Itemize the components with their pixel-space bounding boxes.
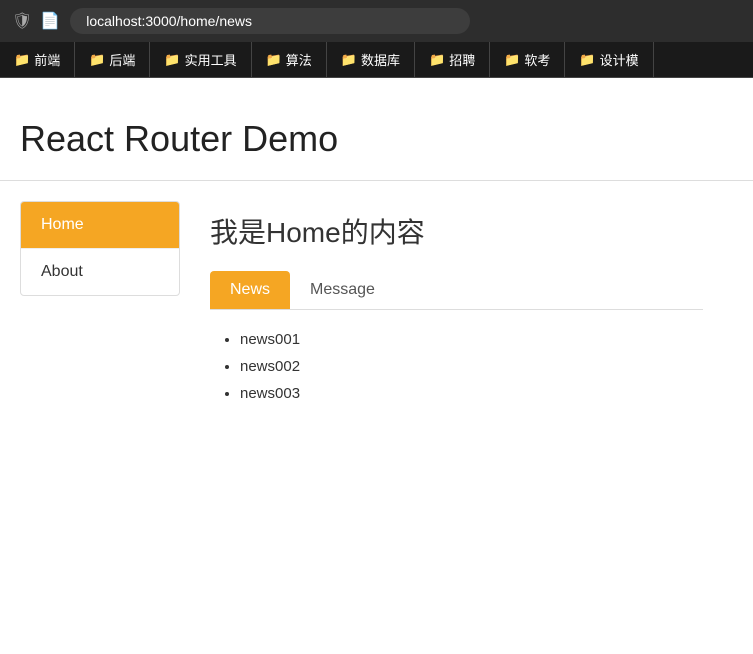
content-area: 我是Home的内容 News Message news001 news002 n… <box>180 201 733 417</box>
sidebar-item-home[interactable]: Home <box>21 202 179 249</box>
bookmark-qianduan[interactable]: 📁 前端 <box>0 42 75 77</box>
folder-icon: 📁 <box>504 52 520 68</box>
folder-icon: 📁 <box>14 52 30 68</box>
bookmark-label: 后端 <box>109 50 135 69</box>
bookmark-label: 实用工具 <box>185 50 237 69</box>
sidebar-item-about[interactable]: About <box>21 249 179 295</box>
bookmark-label: 数据库 <box>361 50 400 69</box>
folder-icon: 📁 <box>429 52 445 68</box>
bookmark-label: 软考 <box>524 50 550 69</box>
bookmark-recruit[interactable]: 📁 招聘 <box>415 42 490 77</box>
folder-icon: 📁 <box>579 52 595 68</box>
list-item: news002 <box>240 353 703 380</box>
bookmark-database[interactable]: 📁 数据库 <box>327 42 415 77</box>
main-layout: Home About 我是Home的内容 News Message news00… <box>0 181 753 437</box>
bookmark-ruankao[interactable]: 📁 软考 <box>490 42 565 77</box>
page-content: React Router Demo Home About 我是Home的内容 N… <box>0 78 753 437</box>
bookmark-label: 前端 <box>34 50 60 69</box>
folder-icon: 📁 <box>164 52 180 68</box>
page-title-area: React Router Demo <box>0 78 753 181</box>
bookmark-tools[interactable]: 📁 实用工具 <box>150 42 251 77</box>
sidebar-nav: Home About <box>20 201 180 296</box>
shield-icon: 🛡 <box>12 11 32 31</box>
list-item: news003 <box>240 380 703 407</box>
bookmarks-bar: 📁 前端 📁 后端 📁 实用工具 📁 算法 📁 数据库 📁 招聘 📁 软考 📁 … <box>0 42 753 78</box>
browser-icons: 🛡 📄 <box>12 11 60 31</box>
bookmark-label: 招聘 <box>449 50 475 69</box>
browser-chrome: 🛡 📄 localhost:3000/home/news <box>0 0 753 42</box>
list-item: news001 <box>240 326 703 353</box>
bookmark-label: 设计模 <box>600 50 639 69</box>
tab-news[interactable]: News <box>210 271 290 309</box>
tab-message[interactable]: Message <box>290 271 395 309</box>
page-title: React Router Demo <box>20 118 733 160</box>
news-list: news001 news002 news003 <box>210 326 703 407</box>
bookmark-design[interactable]: 📁 设计模 <box>565 42 653 77</box>
folder-icon: 📁 <box>89 52 105 68</box>
folder-icon: 📁 <box>266 52 282 68</box>
folder-icon: 📁 <box>341 52 357 68</box>
bookmark-algorithm[interactable]: 📁 算法 <box>252 42 327 77</box>
home-content-heading: 我是Home的内容 <box>210 211 703 251</box>
address-bar[interactable]: localhost:3000/home/news <box>70 8 470 34</box>
bookmark-houduan[interactable]: 📁 后端 <box>75 42 150 77</box>
doc-icon: 📄 <box>40 11 60 31</box>
bookmark-label: 算法 <box>286 50 312 69</box>
sub-tabs: News Message <box>210 271 703 310</box>
